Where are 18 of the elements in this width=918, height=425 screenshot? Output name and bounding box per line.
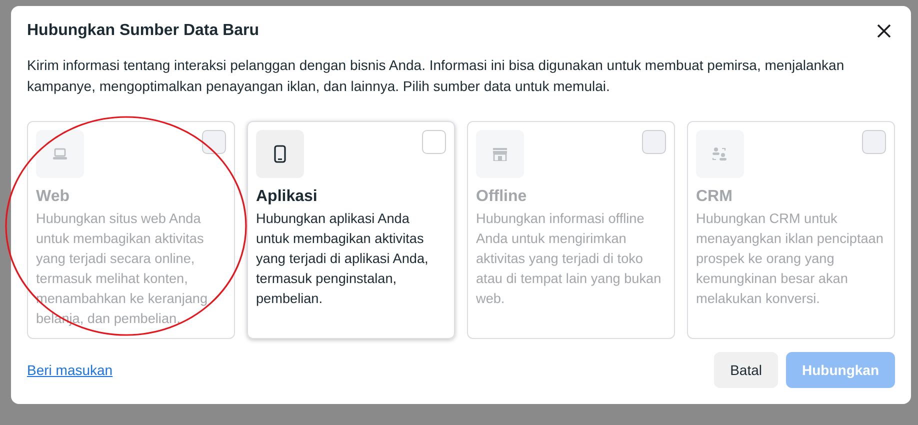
- phone-icon: [274, 145, 286, 164]
- cancel-button[interactable]: Batal: [714, 352, 778, 388]
- dialog-description: Kirim informasi tentang interaksi pelanggan dengan bisnis Anda. Informasi ini bisa digunakan untuk membuat pemirsa, menjalankan kampanye, mengoptimalkan penayangan iklan, dan lainnya. Pilih sumber data untuk memulai.: [27, 56, 846, 96]
- card-title: Offline: [476, 188, 528, 206]
- card-description: Hubungkan aplikasi Anda untuk membagikan aktivitas yang terjadi di aplikasi Anda, termasuk penginstalan, pembelian.: [256, 210, 430, 308]
- laptop-icon: [53, 148, 67, 160]
- people-exchange-icon: [712, 147, 728, 162]
- card-title: CRM: [696, 188, 734, 206]
- source-card[interactable]: Aplikasi Hubungkan aplikasi Anda untuk membagikan aktivitas yang terjadi di aplikasi Anda, termasuk penginstalan, pembelian.: [247, 121, 455, 340]
- card-description: Hubungkan CRM untuk menayangkan iklan penciptaan prospek ke orang yang kemungkinan besar akan melakukan konversi.: [696, 210, 884, 308]
- card-title: Web: [36, 188, 70, 206]
- checkbox[interactable]: [422, 130, 446, 154]
- dialog-title: Hubungkan Sumber Data Baru: [27, 22, 260, 40]
- store-icon: [493, 148, 507, 161]
- card-description: Hubungkan informasi offline Anda untuk mengirimkan aktivitas yang terjadi di toko atau di tempat lain yang bukan web.: [476, 210, 662, 308]
- feedback-link[interactable]: Beri masukan: [27, 362, 113, 378]
- close-icon: [877, 24, 891, 38]
- card-title: Aplikasi: [256, 188, 318, 206]
